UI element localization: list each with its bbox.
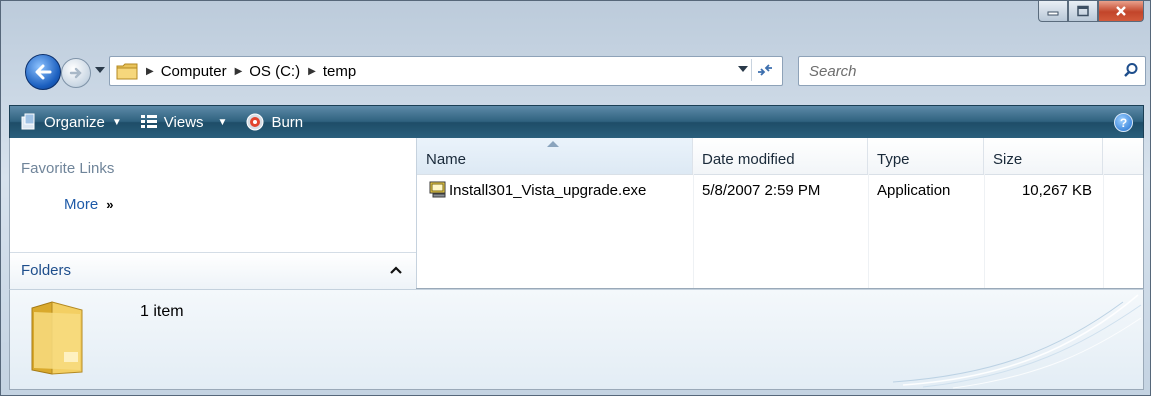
window-caption-buttons <box>1038 1 1144 22</box>
folders-label: Folders <box>21 262 72 279</box>
recent-pages-dropdown-icon[interactable] <box>95 67 105 74</box>
folder-icon <box>116 62 138 80</box>
close-icon <box>1116 6 1126 16</box>
decorative-swoosh <box>892 294 1142 389</box>
burn-disc-icon <box>246 113 264 131</box>
close-button[interactable] <box>1098 1 1144 22</box>
column-header: Name Date modified Type Size <box>417 138 1143 175</box>
file-date-modified: 5/8/2007 2:59 PM <box>702 182 821 199</box>
chevron-up-icon[interactable] <box>390 266 402 274</box>
file-size: 10,267 KB <box>1021 182 1092 199</box>
breadcrumb-separator-icon[interactable]: ▶ <box>235 66 243 77</box>
column-label-type: Type <box>877 151 910 168</box>
views-icon <box>140 115 157 128</box>
details-pane: 1 item <box>9 289 1144 390</box>
views-label: Views <box>163 113 204 131</box>
breadcrumb-separator-icon[interactable]: ▶ <box>146 66 154 77</box>
file-list: Name Date modified Type Size Install301_… <box>417 138 1143 288</box>
file-row[interactable]: Install301_Vista_upgrade.exe 5/8/2007 2:… <box>417 178 1143 202</box>
column-label-size: Size <box>993 151 1023 168</box>
forward-arrow-icon <box>69 67 82 79</box>
minimize-button[interactable] <box>1038 1 1068 22</box>
sort-ascending-icon <box>547 141 559 147</box>
chevron-down-icon: ▼ <box>111 116 122 128</box>
search-placeholder: Search <box>809 63 857 80</box>
search-icon[interactable] <box>1123 62 1139 78</box>
column-header-type[interactable]: Type <box>868 138 984 174</box>
column-header-name[interactable]: Name <box>417 138 693 174</box>
maximize-button[interactable] <box>1068 1 1098 22</box>
views-button[interactable]: Views ▼ <box>140 113 228 131</box>
maximize-icon <box>1077 5 1089 17</box>
address-dropdown-icon[interactable] <box>738 66 748 73</box>
breadcrumb-computer[interactable]: Computer <box>161 63 227 80</box>
burn-button[interactable]: Burn <box>245 112 303 132</box>
navigation-pane: Favorite Links More » Folders <box>10 138 417 289</box>
column-header-date-modified[interactable]: Date modified <box>693 138 868 174</box>
explorer-window: ▶ Computer ▶ OS (C:) ▶ temp Search Organ… <box>0 0 1151 396</box>
organize-icon <box>21 113 35 130</box>
content-area: Favorite Links More » Folders Name Date … <box>9 138 1144 289</box>
more-label: More <box>64 196 99 213</box>
address-bar[interactable]: ▶ Computer ▶ OS (C:) ▶ temp <box>109 56 783 86</box>
column-header-size[interactable]: Size <box>984 138 1103 174</box>
file-name: Install301_Vista_upgrade.exe <box>449 182 647 199</box>
application-exe-icon <box>429 181 446 198</box>
item-count: 1 item <box>140 303 184 320</box>
back-arrow-icon <box>35 64 52 80</box>
back-button[interactable] <box>25 54 61 90</box>
chevron-down-icon: ▼ <box>217 116 228 128</box>
burn-label: Burn <box>271 113 304 131</box>
breadcrumb-os-drive[interactable]: OS (C:) <box>249 63 300 80</box>
double-chevron-icon: » <box>106 197 114 212</box>
more-link[interactable]: More » <box>64 196 113 213</box>
column-label-name: Name <box>426 151 467 168</box>
favorite-links-heading: Favorite Links <box>21 160 115 177</box>
column-header-filler <box>1103 138 1143 174</box>
forward-button[interactable] <box>61 58 91 88</box>
folders-bar[interactable]: Folders <box>10 252 416 289</box>
refresh-icon <box>758 64 772 76</box>
organize-button[interactable]: Organize ▼ <box>20 113 122 131</box>
breadcrumb-separator-icon[interactable]: ▶ <box>308 66 316 77</box>
command-toolbar: Organize ▼ Views ▼ Burn ? <box>9 105 1144 139</box>
breadcrumb: ▶ Computer ▶ OS (C:) ▶ temp <box>138 63 356 80</box>
search-input[interactable]: Search <box>798 56 1146 86</box>
folder-icon <box>31 301 83 375</box>
file-type: Application <box>877 182 951 199</box>
minimize-icon <box>1047 11 1059 16</box>
column-label-date-modified: Date modified <box>702 151 795 168</box>
organize-label: Organize <box>44 113 105 131</box>
help-button[interactable]: ? <box>1114 113 1133 132</box>
refresh-button[interactable] <box>751 59 778 81</box>
address-row: ▶ Computer ▶ OS (C:) ▶ temp Search <box>1 51 1150 91</box>
breadcrumb-temp[interactable]: temp <box>323 63 356 80</box>
